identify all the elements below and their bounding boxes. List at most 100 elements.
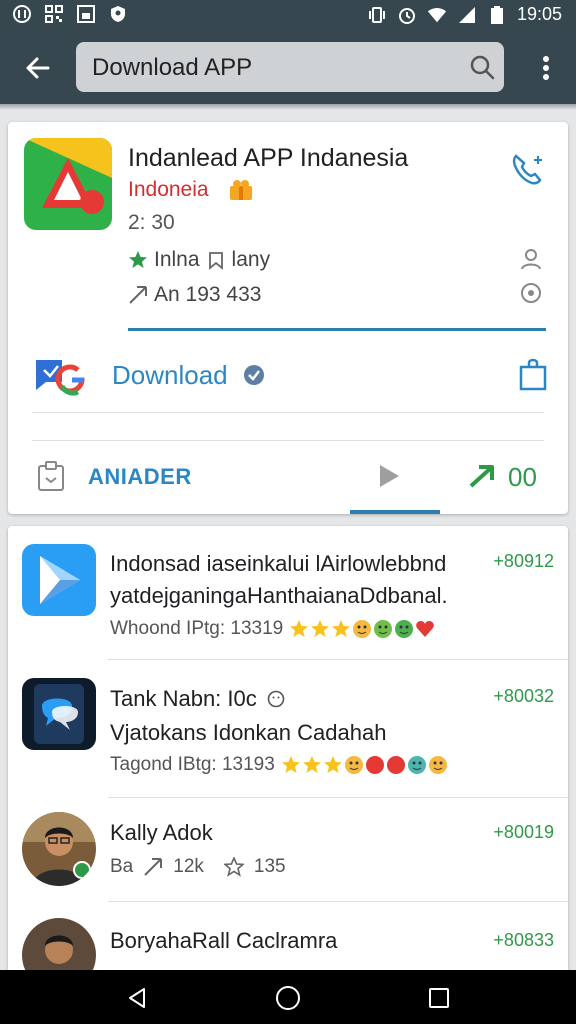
status-bar: 19:05: [0, 0, 576, 30]
system-nav-bar: [0, 970, 576, 1024]
meta-downloads-text: An 193 433: [154, 283, 262, 306]
heart-icon: [416, 621, 435, 637]
list-item-title: Tank Nabn: I0c: [110, 686, 285, 712]
list-item-meta: Ba 12k 135: [110, 856, 286, 878]
emoji-face-icon: [428, 756, 447, 774]
list-item-price: +80032: [493, 686, 554, 706]
star-outline-icon: [223, 857, 244, 877]
person-icon[interactable]: [520, 248, 542, 270]
phone-icon: [512, 154, 542, 185]
meta-category-text: lany: [231, 248, 271, 271]
app-list-card: Indonsad iaseinkalui lAirlowlebbnd yatde…: [8, 526, 568, 970]
star-icon: [332, 620, 351, 637]
alarm-icon: [397, 5, 417, 25]
list-item-title-text: Tank Nabn: I0c: [110, 686, 257, 711]
battery-icon: [487, 5, 507, 25]
nav-recents-icon[interactable]: [428, 987, 450, 1009]
emoji-face-icon: [344, 756, 363, 774]
avatar: [22, 918, 96, 970]
app-bar: Download APP: [0, 30, 576, 104]
list-item-title: BoryahaRall Caclramra: [110, 928, 338, 953]
status-time: 19:05: [516, 4, 562, 24]
google-ads-icon: [32, 356, 88, 396]
gallery-icon: [76, 4, 96, 24]
app-time: 2: 30: [128, 211, 175, 234]
verified-icon: [242, 363, 266, 387]
search-icon[interactable]: [466, 51, 498, 83]
back-arrow-icon: [26, 57, 50, 79]
divider: [32, 412, 544, 413]
list-item-meta: Tagond IBtg: 13193: [110, 754, 448, 776]
download-row[interactable]: Download: [32, 354, 552, 396]
download-button[interactable]: Download: [112, 360, 228, 391]
emoji-face-icon: [407, 756, 426, 774]
list-item-meta-c: 135: [253, 856, 286, 877]
list-item-price: +80912: [493, 551, 554, 571]
star-icon: [311, 620, 330, 637]
back-button[interactable]: [18, 48, 58, 88]
star-icon: [129, 251, 147, 268]
meta-row-rating: Inlna lany: [128, 248, 270, 272]
list-item-meta: Whoond IPtg: 13319: [110, 618, 435, 640]
tab-count: 00: [508, 462, 537, 492]
list-item-subtitle: Vjatokans Idonkan Cadahah: [110, 720, 387, 745]
chat-app-icon: [22, 678, 96, 750]
star-icon: [281, 756, 300, 773]
more-vert-icon: [543, 56, 549, 80]
emoji-face-icon: [386, 756, 405, 774]
signal-icon: [457, 5, 477, 25]
send-icon: [144, 858, 163, 876]
list-item-meta-text: Tagond IBtg: 13193: [110, 754, 275, 775]
star-icon: [302, 756, 321, 773]
meta-row-downloads: An 193 433: [128, 283, 261, 307]
app-action-tabs: ANIADER 00: [8, 452, 568, 514]
avatar: [22, 812, 96, 886]
list-item-price: +80833: [493, 930, 554, 950]
search-bar[interactable]: Download APP: [76, 42, 504, 92]
emoji-face-icon: [395, 620, 414, 638]
list-item-subtitle: yatdejganingaHanthaianaDdbanal.: [110, 583, 448, 608]
play-store-app-icon: [22, 544, 96, 616]
call-button[interactable]: [506, 148, 550, 192]
app-logo-icon[interactable]: [24, 138, 112, 230]
more-options-button[interactable]: [530, 48, 562, 88]
send-icon: [129, 286, 147, 304]
nav-back-icon[interactable]: [126, 986, 150, 1010]
app-title: Indanlead APP Indanesia: [128, 144, 409, 172]
app-subtitle: Indoneia: [128, 178, 209, 201]
divider: [32, 440, 544, 441]
rating-emoji-row: [289, 619, 435, 639]
emoji-face-icon: [353, 620, 372, 638]
list-item[interactable]: BoryahaRall Caclramra +80833: [8, 902, 568, 970]
clipboard-icon[interactable]: [36, 460, 66, 492]
share-icon[interactable]: [516, 356, 550, 392]
clock-icon[interactable]: [520, 282, 542, 304]
trending-arrow-icon[interactable]: [468, 462, 498, 490]
list-item[interactable]: Kally Adok Ba 12k 135 +80019: [8, 798, 568, 902]
bookmark-icon: [208, 252, 223, 270]
nav-home-icon[interactable]: [274, 984, 302, 1012]
wifi-icon: [427, 5, 447, 25]
meta-rating-text: Inlna: [154, 248, 200, 271]
tab-aniader[interactable]: ANIADER: [88, 464, 192, 490]
star-icon: [323, 756, 342, 773]
search-input[interactable]: Download APP: [92, 54, 252, 82]
list-item-price: +80019: [493, 822, 554, 842]
app-detail-card: Indanlead APP Indanesia Indoneia 2: 30 I…: [8, 122, 568, 514]
play-icon[interactable]: [376, 462, 402, 490]
list-item-meta-a: Ba: [110, 856, 134, 877]
emoji-face-icon: [267, 690, 285, 708]
tab-indicator: [350, 510, 440, 514]
emoji-face-icon: [365, 756, 384, 774]
list-item[interactable]: Tank Nabn: I0c Vjatokans Idonkan Cadahah…: [8, 660, 568, 798]
list-item[interactable]: Indonsad iaseinkalui lAirlowlebbnd yatde…: [8, 526, 568, 660]
progress-divider: [128, 328, 546, 331]
emoji-face-icon: [374, 620, 393, 638]
app-bar-shadow: [0, 104, 576, 110]
shield-icon: [108, 4, 128, 24]
list-item-title: Kally Adok: [110, 820, 213, 845]
app-notification-icon: [12, 4, 32, 24]
vibrate-icon: [367, 5, 387, 25]
gift-badge-icon: [228, 178, 254, 202]
list-item-meta-text: Whoond IPtg: 13319: [110, 618, 284, 639]
